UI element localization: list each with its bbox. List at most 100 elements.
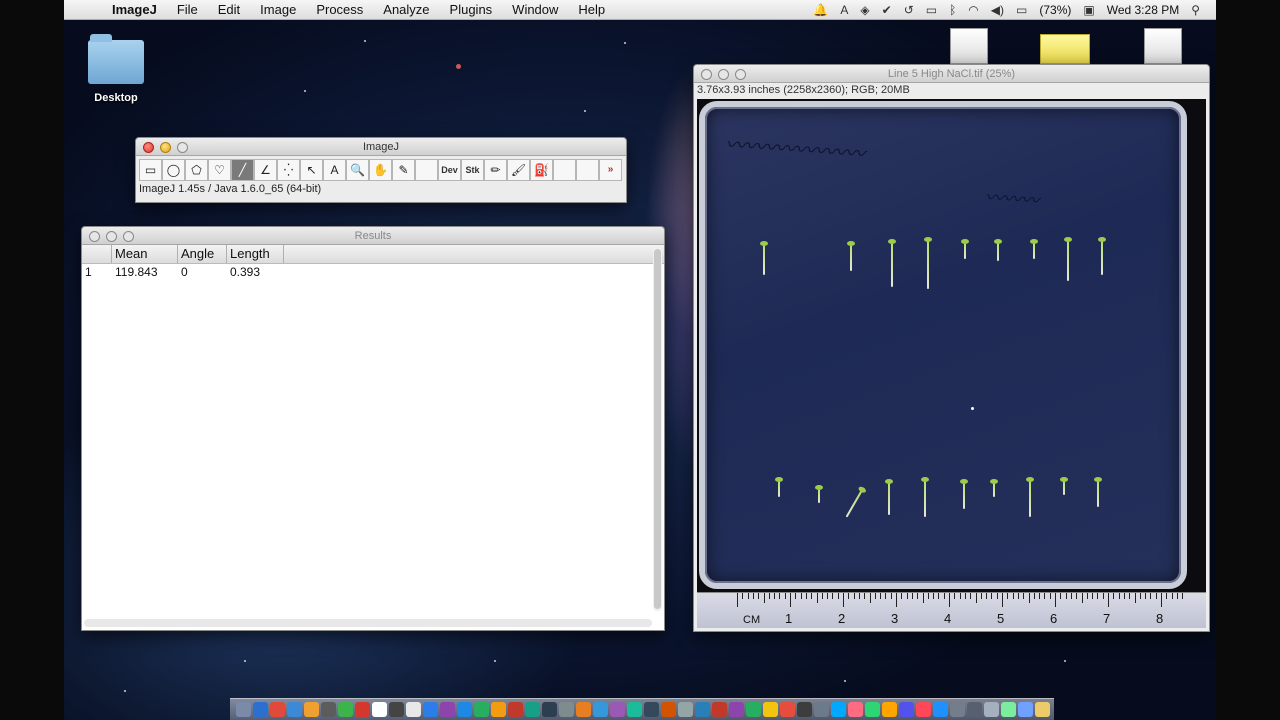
dock-app-icon[interactable]	[627, 702, 642, 717]
dock-app-icon[interactable]	[576, 702, 591, 717]
dock-app-icon[interactable]	[814, 702, 829, 717]
wifi-icon[interactable]: ◠	[968, 3, 978, 17]
dock-app-icon[interactable]	[440, 702, 455, 717]
notification-icon[interactable]: 🔔	[813, 3, 828, 17]
dock-app-icon[interactable]	[321, 702, 336, 717]
bluetooth-icon[interactable]: ᛒ	[949, 3, 956, 17]
menu-image[interactable]: Image	[250, 2, 306, 17]
dock-app-icon[interactable]	[593, 702, 608, 717]
freehand-tool-icon[interactable]: ♡	[208, 159, 231, 181]
dock-app-icon[interactable]	[882, 702, 897, 717]
dropbox-icon[interactable]: ◈	[860, 3, 869, 17]
vertical-scrollbar[interactable]	[653, 247, 662, 611]
minimize-button[interactable]	[160, 142, 171, 153]
dock-app-icon[interactable]	[389, 702, 404, 717]
dropper-tool-icon[interactable]: ✎	[392, 159, 415, 181]
text-tool-icon[interactable]: A	[323, 159, 346, 181]
dock-app-icon[interactable]	[491, 702, 506, 717]
point-tool-icon[interactable]: ⁛	[277, 159, 300, 181]
dock-app-icon[interactable]	[899, 702, 914, 717]
menu-file[interactable]: File	[167, 2, 208, 17]
close-button[interactable]	[143, 142, 154, 153]
battery-percent[interactable]: (73%)	[1039, 3, 1071, 17]
polygon-tool-icon[interactable]: ⬠	[185, 159, 208, 181]
column-header-mean[interactable]: Mean	[112, 245, 178, 263]
column-header-length[interactable]: Length	[227, 245, 284, 263]
dock-app-icon[interactable]	[763, 702, 778, 717]
menu-edit[interactable]: Edit	[208, 2, 250, 17]
dock-app-icon[interactable]	[406, 702, 421, 717]
dock-app-icon[interactable]	[236, 702, 251, 717]
minimize-button[interactable]	[106, 231, 117, 242]
user-icon[interactable]: ▣	[1083, 3, 1094, 17]
dock-app-icon[interactable]	[797, 702, 812, 717]
menu-help[interactable]: Help	[568, 2, 615, 17]
menu-plugins[interactable]: Plugins	[440, 2, 503, 17]
imagej-titlebar[interactable]: ImageJ	[136, 138, 626, 156]
image-canvas[interactable]: 〰〰〰〰〰〰〰 〰〰〰 CM 1 2 3 4 5 6 7 8	[697, 99, 1206, 628]
adobe-icon[interactable]: A	[840, 3, 848, 17]
dock-app-icon[interactable]	[780, 702, 795, 717]
clock[interactable]: Wed 3:28 PM	[1107, 3, 1179, 17]
dock-app-icon[interactable]	[967, 702, 982, 717]
dock-app-icon[interactable]	[695, 702, 710, 717]
dock-app-icon[interactable]	[644, 702, 659, 717]
dock-app-icon[interactable]	[1035, 702, 1050, 717]
document-icon-2[interactable]	[1144, 28, 1182, 64]
oval-tool-icon[interactable]: ◯	[162, 159, 185, 181]
menu-analyze[interactable]: Analyze	[373, 2, 439, 17]
angle-tool-icon[interactable]: ∠	[254, 159, 277, 181]
dock-app-icon[interactable]	[253, 702, 268, 717]
dock-app-icon[interactable]	[661, 702, 676, 717]
menu-window[interactable]: Window	[502, 2, 568, 17]
dock-app-icon[interactable]	[984, 702, 999, 717]
dock-app-icon[interactable]	[542, 702, 557, 717]
horizontal-scrollbar[interactable]	[84, 619, 652, 627]
dock-app-icon[interactable]	[508, 702, 523, 717]
dock-app-icon[interactable]	[355, 702, 370, 717]
dock-app-icon[interactable]	[423, 702, 438, 717]
dock-app-icon[interactable]	[372, 702, 387, 717]
time-machine-icon[interactable]: ↺	[904, 3, 914, 17]
dock-app-icon[interactable]	[746, 702, 761, 717]
blank-tool-3-icon[interactable]	[576, 159, 599, 181]
image-titlebar[interactable]: Line 5 High NaCl.tif (25%)	[694, 65, 1209, 83]
dock-app-icon[interactable]	[678, 702, 693, 717]
document-icon[interactable]	[950, 28, 988, 64]
menu-process[interactable]: Process	[306, 2, 373, 17]
column-header-index[interactable]	[82, 245, 112, 263]
close-button[interactable]	[89, 231, 100, 242]
stk-menu-tool-icon[interactable]: Stk	[461, 159, 484, 181]
zoom-button[interactable]	[123, 231, 134, 242]
rectangle-tool-icon[interactable]: ▭	[139, 159, 162, 181]
spotlight-search-icon[interactable]: ⚲	[1191, 3, 1200, 17]
dock-app-icon[interactable]	[916, 702, 931, 717]
dock-app-icon[interactable]	[831, 702, 846, 717]
pencil-tool-icon[interactable]: ✏	[484, 159, 507, 181]
dev-menu-tool-icon[interactable]: Dev	[438, 159, 461, 181]
dock-app-icon[interactable]	[559, 702, 574, 717]
zoom-button[interactable]	[177, 142, 188, 153]
results-titlebar[interactable]: Results	[82, 227, 664, 245]
flood-fill-tool-icon[interactable]: ⛽	[530, 159, 553, 181]
dock-app-icon[interactable]	[457, 702, 472, 717]
close-button[interactable]	[701, 69, 712, 80]
display-icon[interactable]: ▭	[926, 3, 937, 17]
hand-tool-icon[interactable]: ✋	[369, 159, 392, 181]
dock-app-icon[interactable]	[304, 702, 319, 717]
zoom-tool-icon[interactable]: 🔍	[346, 159, 369, 181]
more-tools-icon[interactable]: »	[599, 159, 622, 181]
battery-icon[interactable]: ▭	[1016, 3, 1027, 17]
dock-app-icon[interactable]	[950, 702, 965, 717]
desktop-folder[interactable]: Desktop	[86, 34, 146, 104]
menu-app-name[interactable]: ImageJ	[94, 2, 167, 17]
table-row[interactable]: 1 119.843 0 0.393	[82, 264, 664, 280]
dock-app-icon[interactable]	[610, 702, 625, 717]
dock-app-icon[interactable]	[729, 702, 744, 717]
note-document-icon[interactable]	[1040, 34, 1090, 64]
dock-app-icon[interactable]	[865, 702, 880, 717]
minimize-button[interactable]	[718, 69, 729, 80]
zoom-button[interactable]	[735, 69, 746, 80]
blank-tool-2-icon[interactable]	[553, 159, 576, 181]
dock-app-icon[interactable]	[933, 702, 948, 717]
